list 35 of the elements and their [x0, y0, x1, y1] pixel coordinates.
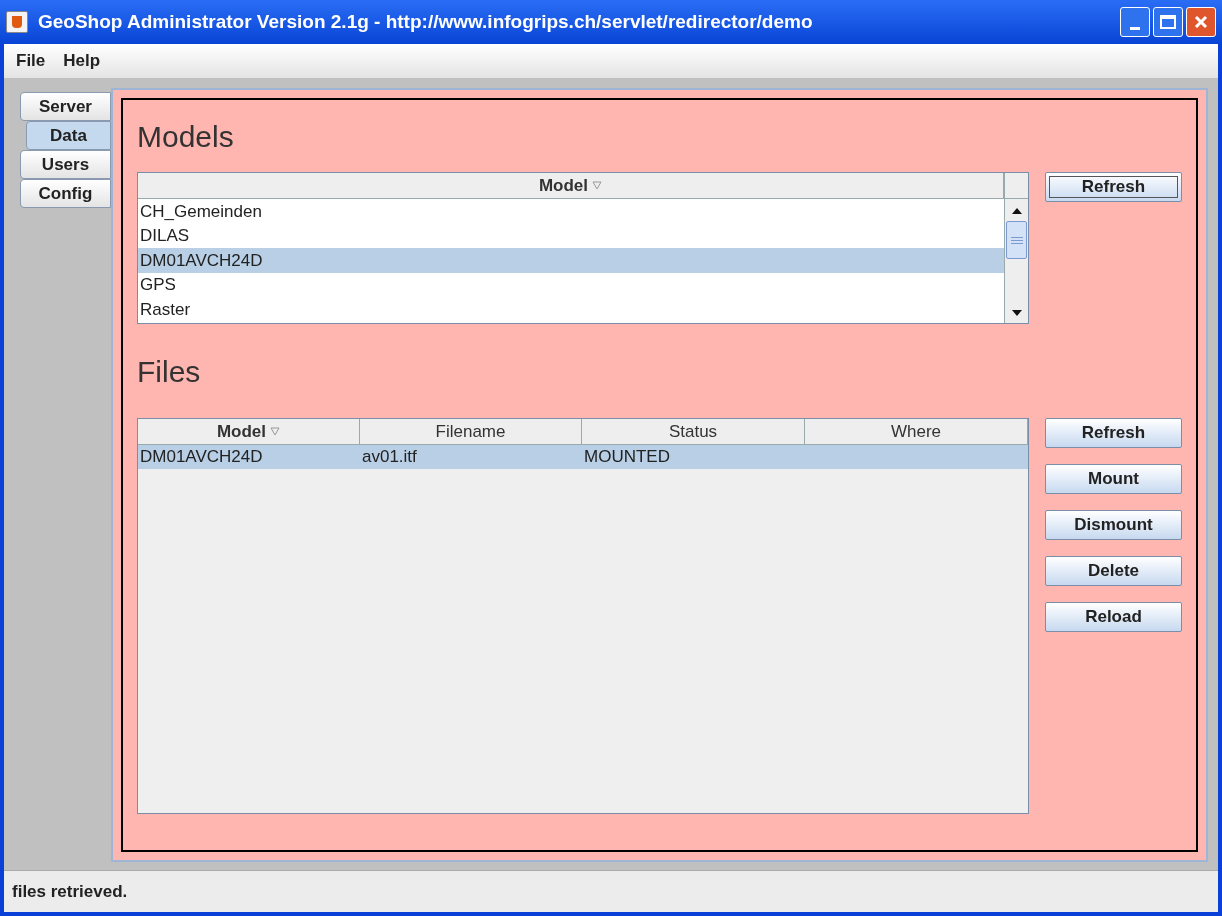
column-header[interactable]: Where	[805, 419, 1028, 444]
menu-item[interactable]: Help	[55, 48, 109, 74]
tab[interactable]: Data	[26, 121, 111, 150]
table-row[interactable]: DM01AVCH24D	[138, 248, 1004, 273]
window-title: GeoShop Administrator Version 2.1g - http://www.infogrips.ch/servlet/redirector/demo	[38, 9, 814, 34]
section-heading: Models	[137, 118, 234, 155]
action-button[interactable]: Dismount	[1045, 510, 1182, 540]
table-cell: DM01AVCH24D	[140, 447, 263, 467]
app-icon	[6, 11, 28, 33]
action-button[interactable]: Mount	[1045, 464, 1182, 494]
close-icon	[1193, 14, 1209, 30]
section-heading: Files	[137, 353, 201, 390]
column-header[interactable]: Filename	[360, 419, 582, 444]
sort-icon	[592, 181, 603, 190]
action-button[interactable]: Refresh	[1045, 418, 1182, 448]
maximize-button[interactable]	[1153, 7, 1183, 37]
minimize-button[interactable]	[1120, 7, 1150, 37]
menu-item[interactable]: File	[8, 48, 54, 74]
close-button[interactable]	[1186, 7, 1216, 37]
scroll-down-icon[interactable]	[1010, 309, 1023, 317]
action-button[interactable]: Refresh	[1045, 172, 1182, 202]
status-text: files retrieved.	[12, 880, 128, 903]
column-header[interactable]: Status	[582, 419, 805, 444]
column-header[interactable]: Model	[138, 419, 360, 444]
action-button[interactable]: Reload	[1045, 602, 1182, 632]
table-row[interactable]: DM01AVCH24D av01.itf MOUNTED	[138, 445, 1028, 469]
scroll-thumb[interactable]	[1006, 221, 1027, 259]
sort-icon	[270, 427, 281, 436]
action-button[interactable]: Delete	[1045, 556, 1182, 586]
tab[interactable]: Server	[20, 92, 111, 121]
tab[interactable]: Config	[20, 179, 111, 208]
table-cell: MOUNTED	[584, 447, 670, 467]
table-cell: av01.itf	[362, 447, 417, 467]
tab[interactable]: Users	[20, 150, 111, 179]
scroll-up-icon[interactable]	[1010, 207, 1023, 215]
